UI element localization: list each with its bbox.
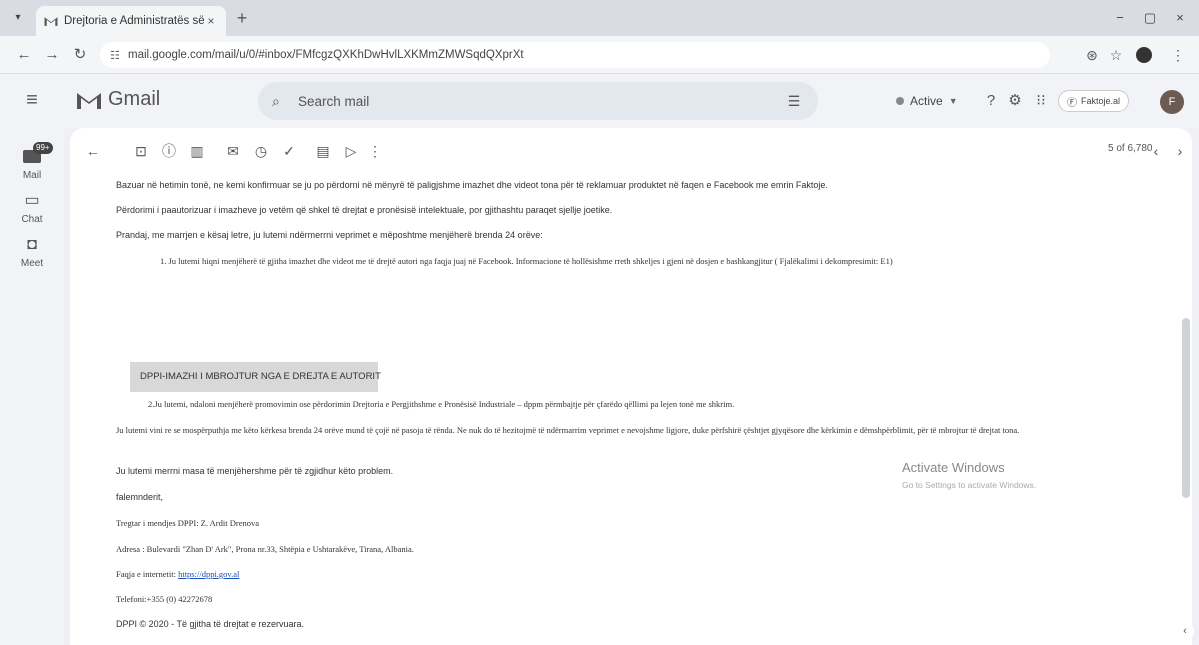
main-menu-icon[interactable]: ≡ — [20, 88, 44, 112]
signature-website-link[interactable]: https://dppi.gov.al — [178, 569, 239, 579]
browser-tab-strip: ▾ Drejtoria e Administratës së Pa × + − … — [0, 0, 1199, 36]
gmail-header: ≡ Gmail ⌕ Search mail ☰ Active ▼ ? ⚙ ⁝⁝ … — [0, 74, 1199, 128]
label-icon[interactable]: ▷ — [340, 140, 362, 162]
tab-title: Drejtoria e Administratës së Pa — [64, 15, 204, 27]
message-body: Bazuar në hetimin tonë, ne kemi konfirmu… — [70, 172, 1180, 645]
meet-video-icon: ◘ — [27, 236, 37, 253]
back-to-inbox-icon[interactable]: ← — [82, 140, 104, 162]
search-icon[interactable]: ⌕ — [272, 93, 292, 110]
message-pane: ← ⊡ ⓘ ▥ ✉ ◷ ✓ ▤ ▷ ⋮ 5 of 6,780 ‹ › Bazua… — [70, 128, 1192, 645]
rail-item-mail[interactable]: 99+ Mail — [0, 142, 64, 181]
browser-menu-icon[interactable]: ⋮ — [1168, 45, 1188, 65]
snooze-clock-icon[interactable]: ◷ — [250, 140, 272, 162]
status-dot-icon — [896, 97, 904, 105]
avatar[interactable]: F — [1160, 90, 1184, 114]
move-to-folder-icon[interactable]: ▤ — [312, 140, 334, 162]
newer-chevron-icon[interactable]: ‹ — [1146, 140, 1166, 162]
tab-close-icon[interactable]: × — [204, 14, 218, 28]
address-bar[interactable]: ☷ mail.google.com/mail/u/0/#inbox/FMfcgz… — [100, 42, 1050, 68]
windows-activation-watermark: Activate Windows — [902, 460, 1005, 475]
message-list-item: 1. Ju lutemi hiqni menjëherë të gjitha i… — [160, 256, 893, 266]
signature-website-label: Faqja e internetit: — [116, 569, 176, 579]
rail-item-label: Chat — [21, 214, 43, 225]
message-paragraph: Prandaj, me marrjen e kësaj letre, ju lu… — [116, 230, 543, 240]
search-input[interactable]: Search mail — [298, 94, 784, 109]
more-options-icon[interactable]: ⋮ — [364, 140, 386, 162]
add-to-tasks-icon[interactable]: ✓ — [278, 140, 300, 162]
account-logo-icon: Ⓕ — [1067, 97, 1077, 109]
minimize-button[interactable]: − — [1108, 8, 1132, 28]
chevron-down-icon: ▼ — [948, 96, 958, 106]
message-list-item: 2.Ju lutemi, ndaloni menjëherë promovimi… — [148, 399, 735, 409]
maximize-button[interactable]: ▢ — [1138, 8, 1162, 28]
tab-search-icon[interactable]: ▾ — [10, 10, 26, 26]
url-text: mail.google.com/mail/u/0/#inbox/FMfcgzQX… — [128, 49, 524, 61]
rail-item-label: Mail — [22, 170, 42, 181]
rail-item-chat[interactable]: ▭ Chat — [0, 190, 64, 225]
copyright-text: DPPI © 2020 - Të gjitha të drejtat e rez… — [116, 619, 305, 629]
back-arrow-icon[interactable]: ← — [14, 45, 34, 65]
gmail-favicon-icon — [44, 17, 58, 26]
older-chevron-icon[interactable]: › — [1170, 140, 1190, 162]
status-dropdown[interactable]: Active ▼ — [886, 90, 968, 112]
mail-icon: 99+ — [17, 142, 53, 168]
rail-item-label: Meet — [20, 258, 44, 269]
chat-icon: ▭ — [24, 192, 40, 209]
report-spam-icon[interactable]: ⓘ — [158, 140, 180, 162]
mark-unread-icon[interactable]: ✉ — [222, 140, 244, 162]
settings-gear-icon[interactable]: ⚙ — [1004, 90, 1026, 112]
windows-activation-subtext: Go to Settings to activate Windows. — [902, 480, 1037, 490]
close-window-button[interactable]: × — [1168, 8, 1192, 28]
new-tab-button[interactable]: + — [232, 8, 252, 28]
rail-item-meet[interactable]: ◘ Meet — [0, 234, 64, 269]
extension-icon[interactable]: ⊛ — [1082, 45, 1102, 65]
vertical-scrollbar[interactable] — [1182, 318, 1190, 498]
signature-website: Faqja e internetit: https://dppi.gov.al — [116, 569, 239, 579]
search-options-icon[interactable]: ☰ — [784, 93, 804, 110]
unread-count-badge: 99+ — [33, 142, 53, 154]
gmail-logo-text: Gmail — [108, 88, 161, 110]
site-info-icon[interactable]: ☷ — [110, 49, 128, 62]
browser-tab[interactable]: Drejtoria e Administratës së Pa × — [36, 6, 226, 36]
attachment-banner-text: DPPI-IMAZHI I MBROJTUR NGA E DREJTA E AU… — [140, 371, 381, 382]
browser-profile-icon[interactable] — [1136, 47, 1152, 63]
bookmark-star-icon[interactable]: ☆ — [1106, 45, 1126, 65]
reload-icon[interactable]: ↻ — [70, 45, 90, 65]
message-toolbar: ← ⊡ ⓘ ▥ ✉ ◷ ✓ ▤ ▷ ⋮ 5 of 6,780 ‹ › — [70, 128, 1192, 172]
account-label: Faktoje.al — [1081, 96, 1121, 106]
signature-phone: Telefoni:+355 (0) 42272678 — [116, 594, 213, 604]
gmail-logo-icon — [77, 92, 101, 109]
address-bar-row: ← → ↻ ☷ mail.google.com/mail/u/0/#inbox/… — [0, 36, 1199, 74]
search-bar[interactable]: ⌕ Search mail ☰ — [258, 82, 818, 120]
delete-icon[interactable]: ▥ — [186, 140, 208, 162]
message-paragraph: Ju lutemi merrni masa të menjëhershme pë… — [116, 466, 394, 476]
forward-arrow-icon[interactable]: → — [42, 45, 62, 65]
message-paragraph: Bazuar në hetimin tonë, ne kemi konfirmu… — [116, 180, 828, 190]
signature-name: Tregtar i mendjes DPPI: Z. Ardit Drenova — [116, 518, 259, 528]
left-rail: 99+ Mail ▭ Chat ◘ Meet — [0, 128, 64, 645]
message-paragraph: Ju lutemi vini re se mospërputhja me kët… — [116, 425, 1020, 435]
signature-address: Adresa : Bulevardi "Zhan D' Ark", Prona … — [116, 544, 414, 554]
help-icon[interactable]: ? — [980, 90, 1002, 112]
closing-text: falemnderit, — [116, 492, 164, 502]
archive-icon[interactable]: ⊡ — [130, 140, 152, 162]
account-badge[interactable]: Ⓕ Faktoje.al — [1058, 90, 1130, 112]
apps-grid-icon[interactable]: ⁝⁝ — [1030, 90, 1052, 112]
status-label: Active — [910, 94, 943, 108]
message-paragraph: Përdorimi i paautorizuar i imazheve jo v… — [116, 205, 613, 215]
side-panel-toggle-icon[interactable]: ‹ — [1176, 622, 1194, 640]
gmail-logo[interactable]: Gmail — [76, 88, 160, 111]
